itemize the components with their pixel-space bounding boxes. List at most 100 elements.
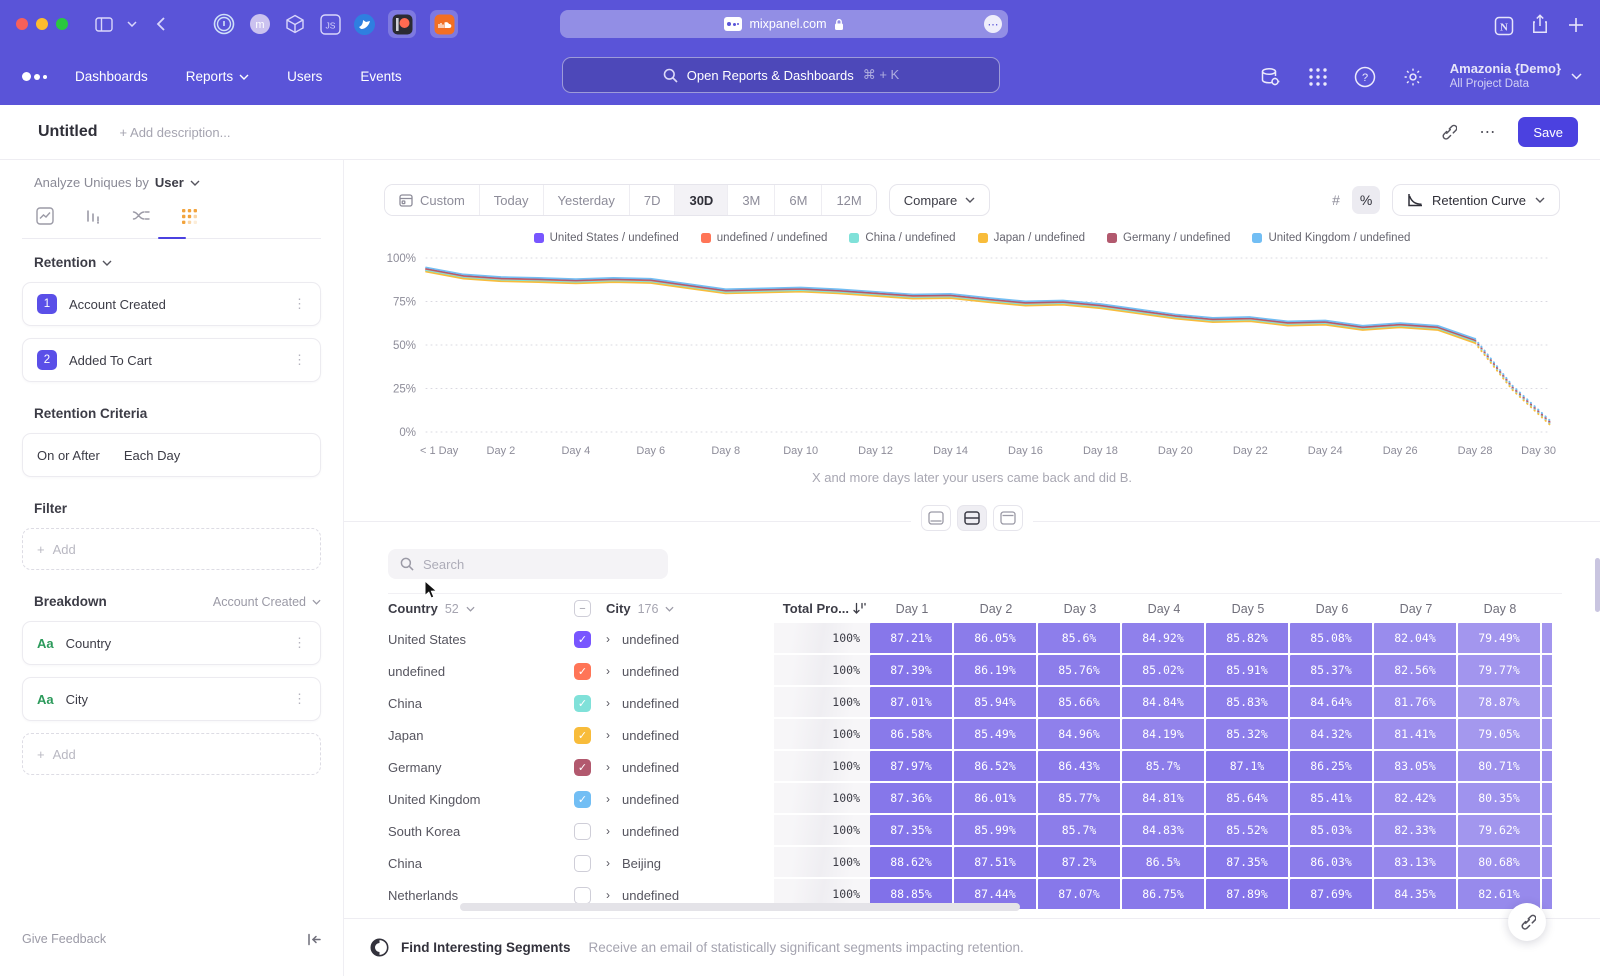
city-cell[interactable]: undefined <box>622 815 774 847</box>
split-view-button[interactable] <box>957 505 987 531</box>
retention-value-cell[interactable]: 85.02% <box>1122 655 1206 687</box>
legend-item[interactable]: undefined / undefined <box>701 232 828 244</box>
retention-value-cell[interactable]: 83.05% <box>1374 751 1458 783</box>
checked-checkbox[interactable]: ✓ <box>574 631 591 648</box>
retention-value-cell[interactable]: 87.89% <box>1206 879 1290 911</box>
kebab-menu-icon[interactable]: ⋮ <box>293 352 306 368</box>
country-column-header[interactable]: Country 52 <box>388 601 574 616</box>
legend-item[interactable]: United Kingdom / undefined <box>1252 232 1410 244</box>
retention-section-label[interactable]: Retention <box>34 255 96 270</box>
retention-value-cell[interactable]: 85.41% <box>1290 783 1374 815</box>
patreon-extension-icon[interactable] <box>388 10 416 38</box>
retention-value-cell[interactable]: 86.05% <box>954 623 1038 655</box>
data-management-icon[interactable] <box>1258 65 1282 89</box>
retention-value-cell[interactable]: 87.1% <box>1206 751 1290 783</box>
address-bar-more-icon[interactable]: ⋯ <box>984 15 1002 33</box>
legend-item[interactable]: China / undefined <box>849 232 955 244</box>
country-cell[interactable]: South Korea <box>388 815 574 847</box>
retention-value-cell[interactable]: 80.68% <box>1458 847 1542 879</box>
retention-value-cell[interactable]: 84.96% <box>1038 719 1122 751</box>
date-range-12m[interactable]: 12M <box>822 185 875 215</box>
retention-value-cell[interactable]: 87.51% <box>954 847 1038 879</box>
retention-value-cell[interactable]: 85.52% <box>1206 815 1290 847</box>
legend-item[interactable]: Japan / undefined <box>978 232 1085 244</box>
retention-value-cell[interactable]: 81.41% <box>1374 719 1458 751</box>
day-column-header[interactable]: Day 6 <box>1290 602 1374 616</box>
add-breakdown-button[interactable]: + Add <box>22 733 321 775</box>
retention-value-cell[interactable]: 85.83% <box>1206 687 1290 719</box>
share-link-fab[interactable] <box>1508 903 1546 941</box>
retention-value-cell[interactable]: 79.49% <box>1458 623 1542 655</box>
retention-value-cell[interactable]: 85.91% <box>1206 655 1290 687</box>
unchecked-checkbox[interactable] <box>574 855 591 872</box>
retention-value-cell[interactable]: 87.2% <box>1038 847 1122 879</box>
retention-value-cell[interactable]: 84.35% <box>1374 879 1458 911</box>
retention-value-cell[interactable]: 79.05% <box>1458 719 1542 751</box>
retention-value-cell[interactable]: 85.08% <box>1290 623 1374 655</box>
unit-number-button[interactable]: # <box>1322 186 1350 214</box>
expand-chevron-icon[interactable]: › <box>606 719 622 751</box>
select-all-checkbox[interactable]: − <box>574 600 591 617</box>
retention-value-cell[interactable]: 85.77% <box>1038 783 1122 815</box>
save-button[interactable]: Save <box>1518 117 1578 147</box>
step-card-2[interactable]: 2 Added To Cart ⋮ <box>22 338 321 382</box>
date-range-30d[interactable]: 30D <box>675 185 728 215</box>
city-cell[interactable]: Beijing <box>622 847 774 879</box>
retention-value-cell[interactable]: 86.25% <box>1290 751 1374 783</box>
table-only-view-button[interactable] <box>993 505 1023 531</box>
retention-value-cell[interactable]: 85.82% <box>1206 623 1290 655</box>
date-range-7d[interactable]: 7D <box>630 185 676 215</box>
kebab-menu-icon[interactable]: ⋮ <box>293 691 306 707</box>
retention-value-cell[interactable]: 87.69% <box>1290 879 1374 911</box>
country-cell[interactable]: undefined <box>388 655 574 687</box>
bird-extension-icon[interactable] <box>350 10 378 38</box>
retention-value-cell[interactable]: 87.35% <box>870 815 954 847</box>
checked-checkbox[interactable]: ✓ <box>574 791 591 808</box>
retention-value-cell[interactable]: 84.32% <box>1290 719 1374 751</box>
kebab-menu-icon[interactable]: ⋮ <box>293 635 306 651</box>
unchecked-checkbox[interactable] <box>574 823 591 840</box>
total-column-header[interactable]: Total Pro... <box>774 601 870 616</box>
table-search-input[interactable] <box>423 557 643 572</box>
retention-value-cell[interactable]: 85.03% <box>1290 815 1374 847</box>
retention-value-cell[interactable]: 86.5% <box>1122 847 1206 879</box>
expand-chevron-icon[interactable]: › <box>606 847 622 879</box>
retention-value-cell[interactable]: 86.58% <box>870 719 954 751</box>
retention-value-cell[interactable]: 85.7% <box>1038 815 1122 847</box>
nav-item-events[interactable]: Events <box>360 69 401 84</box>
unchecked-checkbox[interactable] <box>574 887 591 904</box>
expand-chevron-icon[interactable]: › <box>606 751 622 783</box>
onepassword-extension-icon[interactable] <box>210 10 238 38</box>
retention-value-cell[interactable]: 86.03% <box>1290 847 1374 879</box>
step-card-1[interactable]: 1 Account Created ⋮ <box>22 282 321 326</box>
copy-link-icon[interactable] <box>1439 123 1457 141</box>
new-tab-icon[interactable] <box>1564 13 1588 37</box>
soundcloud-extension-icon[interactable] <box>430 10 458 38</box>
retention-value-cell[interactable]: 83.13% <box>1374 847 1458 879</box>
retention-value-cell[interactable]: 87.21% <box>870 623 954 655</box>
day-column-header[interactable]: Day 3 <box>1038 602 1122 616</box>
js-extension-icon[interactable]: JS <box>316 10 344 38</box>
retention-value-cell[interactable]: 87.35% <box>1206 847 1290 879</box>
tab-retention[interactable] <box>178 206 200 226</box>
retention-criteria-card[interactable]: On or After Each Day <box>22 433 321 477</box>
day-column-header[interactable]: Day 4 <box>1122 602 1206 616</box>
legend-item[interactable]: United States / undefined <box>534 232 679 244</box>
retention-value-cell[interactable]: 82.04% <box>1374 623 1458 655</box>
retention-value-cell[interactable]: 79.62% <box>1458 815 1542 847</box>
m-extension-icon[interactable]: m <box>246 10 274 38</box>
retention-value-cell[interactable]: 80.35% <box>1458 783 1542 815</box>
unit-percent-button[interactable]: % <box>1352 186 1380 214</box>
retention-value-cell[interactable]: 88.62% <box>870 847 954 879</box>
country-cell[interactable]: United States <box>388 623 574 655</box>
retention-value-cell[interactable]: 85.32% <box>1206 719 1290 751</box>
retention-value-cell[interactable]: 85.6% <box>1038 623 1122 655</box>
global-search[interactable]: Open Reports & Dashboards ⌘ + K <box>562 57 1000 93</box>
retention-value-cell[interactable]: 84.64% <box>1290 687 1374 719</box>
retention-value-cell[interactable]: 86.19% <box>954 655 1038 687</box>
retention-value-cell[interactable]: 79.77% <box>1458 655 1542 687</box>
retention-value-cell[interactable]: 84.19% <box>1122 719 1206 751</box>
report-title[interactable]: Untitled <box>38 123 98 141</box>
settings-gear-icon[interactable] <box>1402 66 1424 88</box>
chart-type-dropdown[interactable]: Retention Curve <box>1392 184 1560 216</box>
